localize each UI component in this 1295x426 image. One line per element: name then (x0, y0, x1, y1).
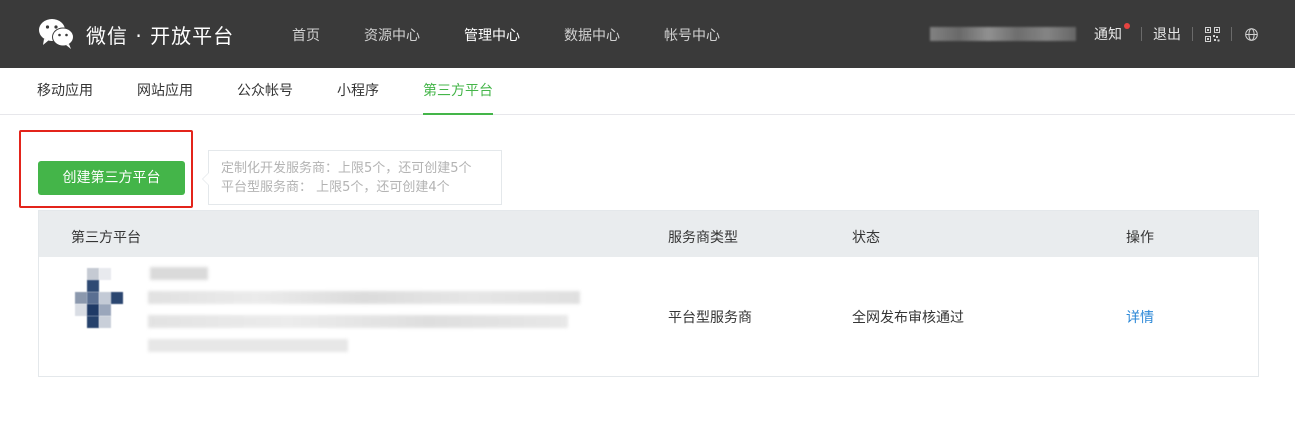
table-row: 平台型服务商 全网发布审核通过 详情 (39, 257, 1258, 376)
account-name-redacted[interactable] (930, 27, 1076, 41)
nav-data[interactable]: 数据中心 (542, 0, 642, 68)
qrcode-icon[interactable] (1204, 26, 1220, 42)
brand-logo[interactable]: 微信 · 开放平台 (38, 16, 234, 52)
divider (1141, 27, 1142, 41)
tab-mobile-app[interactable]: 移动应用 (15, 68, 115, 115)
wechat-logo-icon (39, 19, 74, 49)
divider (1231, 27, 1232, 41)
header-action: 操作 (1126, 230, 1154, 246)
notify-link[interactable]: 通知 (1094, 23, 1130, 44)
quota-tooltip: 定制化开发服务商：上限5个，还可创建5个 平台型服务商： 上限5个，还可创建4个 (202, 150, 502, 205)
globe-icon[interactable] (1243, 26, 1259, 42)
create-third-party-button[interactable]: 创建第三方平台 (38, 161, 185, 195)
header-status: 状态 (852, 230, 880, 246)
platform-avatar-redacted (75, 268, 135, 328)
header-type: 服务商类型 (668, 230, 738, 246)
main-nav: 首页 资源中心 管理中心 数据中心 帐号中心 (270, 0, 742, 68)
nav-management[interactable]: 管理中心 (442, 0, 542, 68)
tab-official-account[interactable]: 公众帐号 (215, 68, 315, 115)
quota-custom-dev: 定制化开发服务商：上限5个，还可创建5个 (221, 161, 472, 176)
row-type: 平台型服务商 (668, 310, 752, 326)
top-header: 微信 · 开放平台 首页 资源中心 管理中心 数据中心 帐号中心 通知 退出 (0, 0, 1295, 68)
row-status: 全网发布审核通过 (852, 310, 964, 326)
logout-link[interactable]: 退出 (1153, 24, 1181, 44)
tab-mini-program[interactable]: 小程序 (315, 68, 401, 115)
quota-platform: 平台型服务商： 上限5个，还可创建4个 (221, 180, 450, 195)
brand-title: 微信 · 开放平台 (86, 23, 235, 48)
tab-website-app[interactable]: 网站应用 (115, 68, 215, 115)
nav-resources[interactable]: 资源中心 (342, 0, 442, 68)
header-platform: 第三方平台 (71, 230, 141, 246)
notify-badge-dot (1124, 23, 1130, 29)
user-area: 通知 退出 (930, 0, 1259, 68)
nav-account[interactable]: 帐号中心 (642, 0, 742, 68)
table-header: 第三方平台 服务商类型 状态 操作 (39, 211, 1258, 257)
nav-home[interactable]: 首页 (270, 0, 342, 68)
third-party-table: 第三方平台 服务商类型 状态 操作 平台型服务商 全网发布审核通过 详情 (38, 210, 1259, 377)
sub-nav: 移动应用 网站应用 公众帐号 小程序 第三方平台 (0, 68, 1295, 115)
tab-third-party-platform[interactable]: 第三方平台 (401, 68, 515, 115)
notify-label: 通知 (1094, 27, 1122, 43)
divider (1192, 27, 1193, 41)
detail-link[interactable]: 详情 (1126, 307, 1154, 327)
platform-name-redacted (148, 267, 580, 359)
